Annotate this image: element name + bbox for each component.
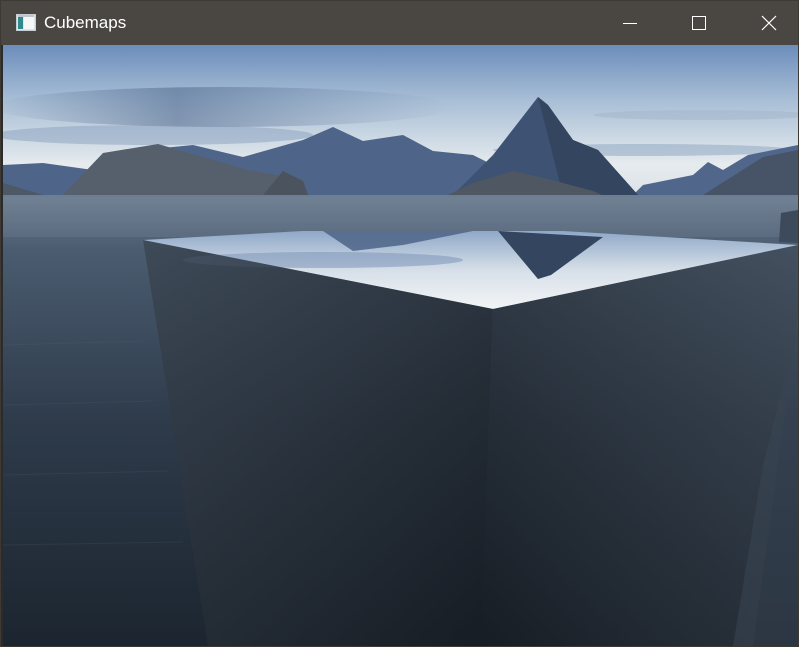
minimize-icon [623,23,637,24]
maximize-icon [692,16,706,30]
render-viewport[interactable] [3,45,798,646]
app-window-icon [16,14,36,31]
window-title: Cubemaps [44,13,127,32]
close-button[interactable] [734,1,798,45]
close-icon [761,15,777,31]
skybox-scene [3,45,798,646]
minimize-button[interactable] [595,1,665,45]
app-window: Cubemaps [0,0,799,647]
maximize-button[interactable] [664,1,734,45]
title-bar[interactable]: Cubemaps [1,1,798,45]
